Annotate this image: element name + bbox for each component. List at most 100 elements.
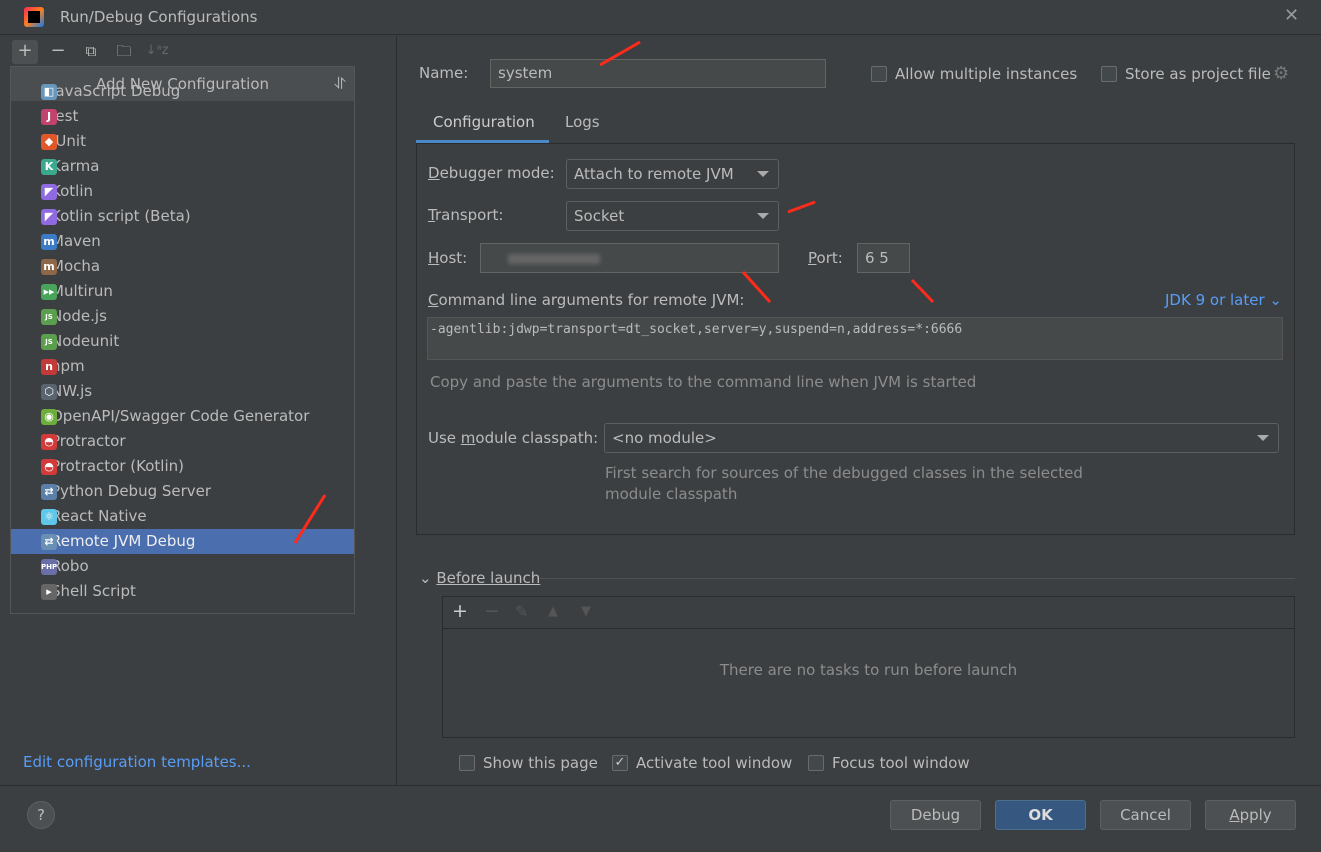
- tab-configuration[interactable]: Configuration: [433, 113, 535, 131]
- close-icon[interactable]: ✕: [1284, 5, 1299, 26]
- maven-icon: m: [41, 234, 57, 250]
- list-item[interactable]: ◧ JavaScript Debug: [11, 79, 354, 104]
- nodejs-icon: JS: [41, 309, 57, 325]
- sort-icon[interactable]: ↓ᵃz: [144, 40, 170, 64]
- cmd-args-label: Command line arguments for remote JVM:: [428, 291, 745, 309]
- karma-icon: K: [41, 159, 57, 175]
- transport-label: Transport:: [428, 206, 504, 224]
- add-task-icon[interactable]: +: [452, 600, 468, 622]
- redacted-host: [508, 254, 600, 264]
- jdk-version-dropdown[interactable]: JDK 9 or later ⌄: [1165, 291, 1282, 309]
- cmd-args-hint: Copy and paste the arguments to the comm…: [430, 373, 977, 391]
- kotlin-icon: ◤: [41, 184, 57, 200]
- add-configuration-button[interactable]: +: [12, 40, 38, 64]
- debug-button[interactable]: Debug: [890, 800, 981, 830]
- list-item[interactable]: ◉ OpenAPI/Swagger Code Generator: [11, 404, 354, 429]
- window-title: Run/Debug Configurations: [60, 8, 258, 26]
- focus-tool-window-checkbox[interactable]: [808, 755, 824, 771]
- remove-configuration-button[interactable]: −: [45, 40, 71, 64]
- list-item-label: React Native: [51, 507, 147, 525]
- list-item-label: Mocha: [51, 257, 101, 275]
- list-item-label: Karma: [51, 157, 100, 175]
- debugger-mode-dropdown[interactable]: Attach to remote JVM: [566, 159, 779, 189]
- shell-script-icon: ▸: [41, 584, 57, 600]
- list-item[interactable]: ▶▶ Multirun: [11, 279, 354, 304]
- intellij-logo-icon: [24, 7, 44, 27]
- before-launch-list: + − ✎ ▲ ▼ There are no tasks to run befo…: [442, 596, 1295, 738]
- add-configuration-popup: Add New Configuration ⥯ ◧ JavaScript Debu…: [10, 66, 355, 614]
- list-item[interactable]: ◤ Kotlin script (Beta): [11, 204, 354, 229]
- chevron-down-icon: [1257, 435, 1269, 441]
- configuration-type-list[interactable]: ◧ JavaScript Debug J Jest ◆ JUnit K Karma ◤ Kotli…: [11, 79, 354, 604]
- list-item[interactable]: ◓ Protractor: [11, 429, 354, 454]
- list-item[interactable]: m Maven: [11, 229, 354, 254]
- allow-multiple-checkbox[interactable]: [871, 66, 887, 82]
- cmd-args-field[interactable]: -agentlib:jdwp=transport=dt_socket,serve…: [427, 317, 1283, 360]
- list-item-label: Remote JVM Debug: [51, 532, 196, 550]
- before-launch-toggle[interactable]: ⌄ Before launch: [419, 569, 540, 587]
- show-page-checkbox[interactable]: [459, 755, 475, 771]
- transport-dropdown[interactable]: Socket: [566, 201, 779, 231]
- list-item[interactable]: ⬡ NW.js: [11, 379, 354, 404]
- activate-tool-window-checkbox[interactable]: ✓: [612, 755, 628, 771]
- apply-button[interactable]: Apply: [1205, 800, 1296, 830]
- list-item[interactable]: ◆ JUnit: [11, 129, 354, 154]
- transport-value: Socket: [574, 207, 625, 225]
- protractor-icon: ◓: [41, 434, 57, 450]
- list-item[interactable]: K Karma: [11, 154, 354, 179]
- list-item[interactable]: m Mocha: [11, 254, 354, 279]
- jdk-version-value: JDK 9 or later: [1165, 291, 1265, 309]
- list-item-label: Nodeunit: [51, 332, 120, 350]
- chevron-down-icon: [757, 171, 769, 177]
- list-item[interactable]: ◤ Kotlin: [11, 179, 354, 204]
- copy-configuration-icon[interactable]: ⧉: [78, 40, 104, 64]
- remove-task-icon[interactable]: −: [484, 600, 500, 622]
- list-item-label: Kotlin script (Beta): [51, 207, 191, 225]
- list-item[interactable]: JS Nodeunit: [11, 329, 354, 354]
- no-tasks-text: There are no tasks to run before launch: [719, 661, 1018, 679]
- list-item[interactable]: n npm: [11, 354, 354, 379]
- list-item[interactable]: JS Node.js: [11, 304, 354, 329]
- store-project-checkbox[interactable]: [1101, 66, 1117, 82]
- ok-button[interactable]: OK: [995, 800, 1086, 830]
- list-item[interactable]: ◓ Protractor (Kotlin): [11, 454, 354, 479]
- list-item-label: Shell Script: [51, 582, 136, 600]
- list-item-label: Protractor: [51, 432, 126, 450]
- list-item[interactable]: ⇄ Python Debug Server: [11, 479, 354, 504]
- port-input[interactable]: 6 5: [857, 243, 910, 273]
- host-label: Host:: [428, 249, 468, 267]
- move-down-icon[interactable]: ▼: [581, 604, 591, 619]
- new-folder-icon[interactable]: 🗀: [111, 40, 137, 64]
- help-button[interactable]: ?: [27, 801, 55, 829]
- debugger-mode-label: Debugger mode:: [428, 164, 555, 182]
- list-item[interactable]: PHP Robo: [11, 554, 354, 579]
- jest-icon: J: [41, 109, 57, 125]
- module-classpath-dropdown[interactable]: <no module>: [604, 423, 1279, 453]
- module-hint-line-1: First search for sources of the debugged…: [605, 464, 1083, 482]
- tab-logs[interactable]: Logs: [565, 113, 600, 131]
- gear-icon[interactable]: ⚙: [1273, 63, 1289, 84]
- list-item-label: NW.js: [51, 382, 93, 400]
- before-launch-toolbar: + − ✎ ▲ ▼: [443, 597, 1294, 629]
- openapi-icon: ◉: [41, 409, 57, 425]
- host-input[interactable]: [480, 243, 779, 273]
- name-input[interactable]: system: [490, 59, 826, 88]
- kotlin-script-icon: ◤: [41, 209, 57, 225]
- focus-tool-window-label: Focus tool window: [832, 754, 970, 772]
- list-item[interactable]: ⇄ Remote JVM Debug: [11, 529, 354, 554]
- python-debug-icon: ⇄: [41, 484, 57, 500]
- cancel-button[interactable]: Cancel: [1100, 800, 1191, 830]
- port-value: 6 5: [865, 249, 889, 267]
- junit-icon: ◆: [41, 134, 57, 150]
- list-item[interactable]: ▸ Shell Script: [11, 579, 354, 604]
- move-up-icon[interactable]: ▲: [548, 604, 558, 619]
- edit-templates-link[interactable]: Edit configuration templates...: [23, 753, 251, 771]
- module-hint: First search for sources of the debugged…: [605, 463, 1083, 505]
- edit-task-icon[interactable]: ✎: [515, 602, 528, 621]
- list-item[interactable]: J Jest: [11, 104, 354, 129]
- name-label: Name:: [419, 64, 469, 82]
- list-item-label: Kotlin: [51, 182, 93, 200]
- list-item[interactable]: ⚛ React Native: [11, 504, 354, 529]
- chevron-down-icon: [757, 213, 769, 219]
- multirun-icon: ▶▶: [41, 284, 57, 300]
